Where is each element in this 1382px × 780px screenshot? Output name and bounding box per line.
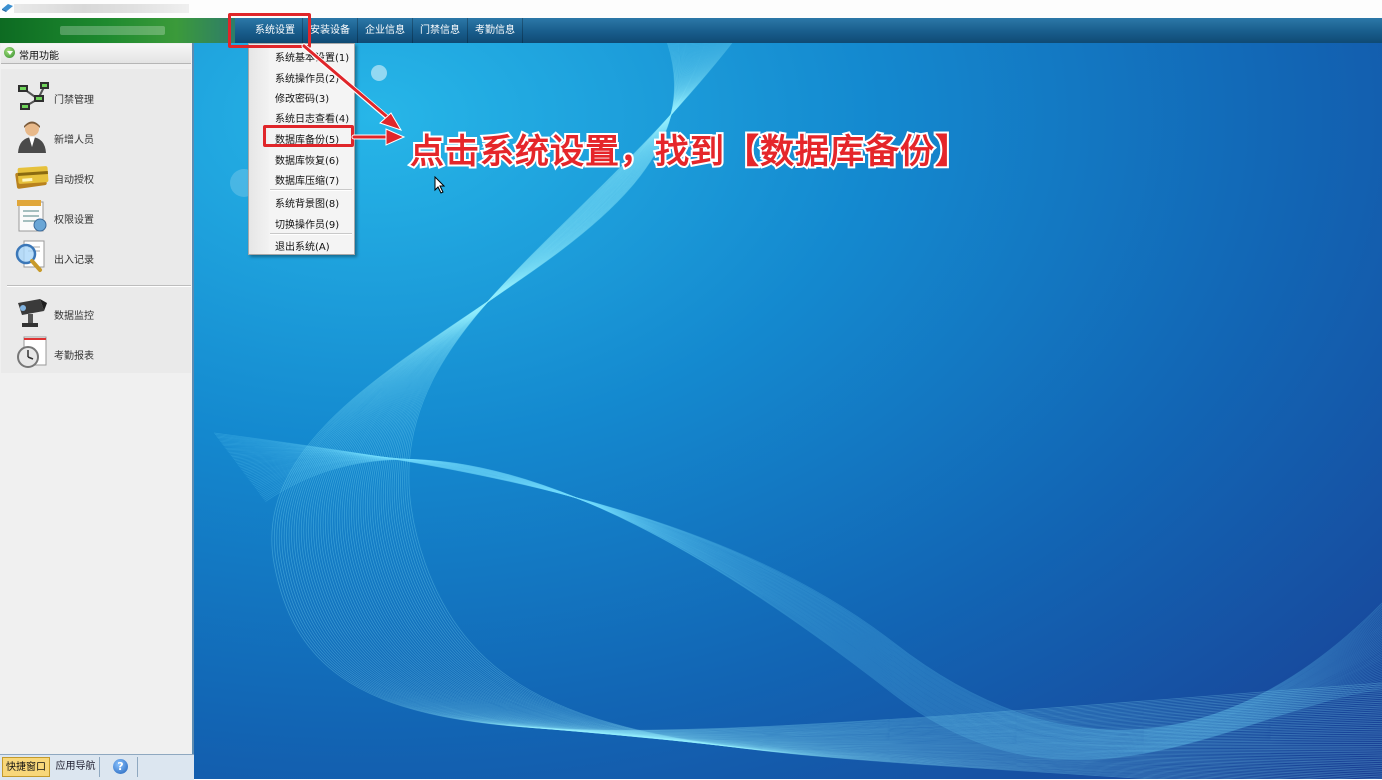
camera-icon xyxy=(18,299,47,327)
sidebar-title: 常用功能 xyxy=(19,51,59,62)
sidebar-item-data-monitor[interactable]: 数据监控 xyxy=(1,293,191,333)
sidebar-item-label: 门禁管理 xyxy=(54,95,94,106)
sidebar-item-label: 权限设置 xyxy=(54,215,94,226)
sidebar-bottom-tabs: 快捷窗口 应用导航 ? xyxy=(0,754,194,780)
menu-company-info[interactable]: 企业信息 xyxy=(358,18,413,43)
sidebar-item-label: 出入记录 xyxy=(54,255,94,266)
sidebar-item-access-control[interactable]: 门禁管理 xyxy=(1,77,191,117)
network-icon xyxy=(18,82,49,110)
menu-attendance-info[interactable]: 考勤信息 xyxy=(468,18,523,43)
sidebar-divider xyxy=(7,285,191,287)
person-icon xyxy=(18,121,46,153)
app-icon xyxy=(2,4,13,12)
menu-bar: 系统设置 安装设备 企业信息 门禁信息 考勤信息 xyxy=(0,18,1382,43)
annotation-text: 点击系统设置，找到【数据库备份】 xyxy=(408,130,971,174)
window-title-blurred xyxy=(14,4,189,13)
menu-item-operators[interactable]: 系统操作员(2) xyxy=(275,70,339,85)
highlight-box-backup xyxy=(263,125,354,147)
menubar-logo-area xyxy=(0,18,235,43)
sidebar-list: 门禁管理 新增人员 自动授权 权限设置 出入记录 数据监控 考勤报表 xyxy=(1,69,191,373)
sidebar-item-label: 数据监控 xyxy=(54,311,94,322)
menu-item-change-password[interactable]: 修改密码(3) xyxy=(275,90,329,105)
clock-icon xyxy=(17,336,47,368)
menu-item-view-logs[interactable]: 系统日志查看(4) xyxy=(275,110,349,125)
menu-item-background-image[interactable]: 系统背景图(8) xyxy=(275,195,339,210)
sidebar-item-access-records[interactable]: 出入记录 xyxy=(1,237,191,277)
tab-help[interactable]: ? xyxy=(104,757,138,777)
highlight-box-menu xyxy=(228,13,311,48)
mouse-cursor-icon xyxy=(434,176,446,194)
menu-install-device[interactable]: 安装设备 xyxy=(303,18,358,43)
dropdown-gutter xyxy=(249,44,269,254)
menu-access-info[interactable]: 门禁信息 xyxy=(413,18,468,43)
sidebar-item-label: 新增人员 xyxy=(54,135,94,146)
menu-item-switch-operator[interactable]: 切换操作员(9) xyxy=(275,216,339,231)
sidebar-item-auto-authorize[interactable]: 自动授权 xyxy=(1,157,191,197)
sidebar: 常用功能 门禁管理 新增人员 自动授权 权限设置 出入记录 数据监控 考勤报表 … xyxy=(0,43,194,780)
menu-item-database-restore[interactable]: 数据库恢复(6) xyxy=(275,152,339,167)
sidebar-item-label: 考勤报表 xyxy=(54,351,94,362)
sidebar-item-label: 自动授权 xyxy=(54,175,94,186)
menu-separator xyxy=(270,189,352,191)
magnifier-icon xyxy=(15,240,45,272)
tab-quick-window[interactable]: 快捷窗口 xyxy=(2,757,50,777)
card-icon xyxy=(15,166,49,189)
tab-app-navigation[interactable]: 应用导航 xyxy=(52,757,100,777)
title-bar xyxy=(0,0,1382,18)
sidebar-item-add-person[interactable]: 新增人员 xyxy=(1,117,191,157)
help-icon: ? xyxy=(113,759,128,774)
sidebar-header[interactable]: 常用功能 xyxy=(1,44,191,64)
menu-item-exit-system[interactable]: 退出系统(A) xyxy=(275,238,330,253)
sidebar-item-permission-settings[interactable]: 权限设置 xyxy=(1,197,191,237)
document-icon xyxy=(17,200,47,232)
menu-separator xyxy=(270,233,352,235)
menu-item-database-compress[interactable]: 数据库压缩(7) xyxy=(275,172,339,187)
menu-item-basic-settings[interactable]: 系统基本设置(1) xyxy=(275,49,349,64)
collapse-icon[interactable] xyxy=(4,47,15,58)
logo-blurred xyxy=(60,26,165,35)
sidebar-item-attendance-report[interactable]: 考勤报表 xyxy=(1,333,191,373)
